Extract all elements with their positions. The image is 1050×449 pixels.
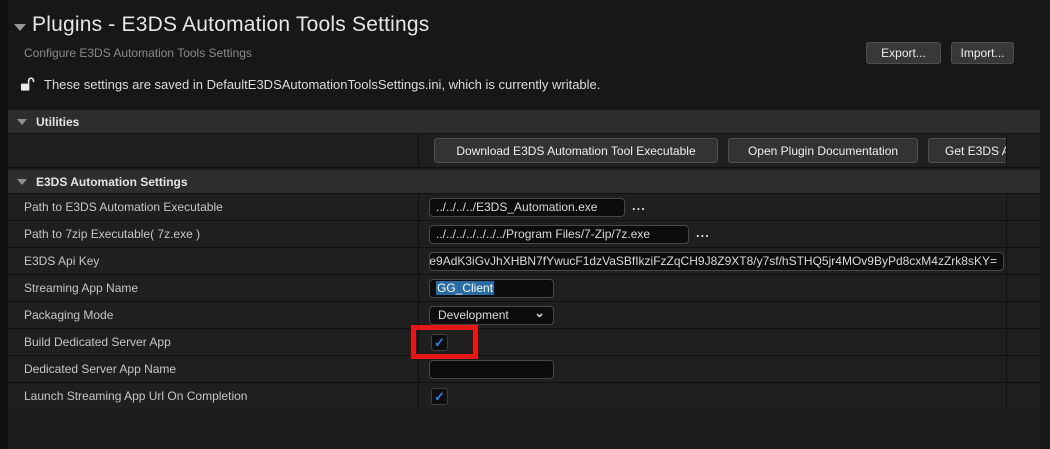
panel-left-edge xyxy=(0,0,8,449)
project-settings-window: Plugins - E3DS Automation Tools Settings… xyxy=(0,0,1050,449)
category-label: Utilities xyxy=(36,115,79,129)
streaming-app-name-input[interactable]: GG_Client xyxy=(429,279,554,298)
category-utilities[interactable]: Utilities xyxy=(8,110,1040,133)
open-plugin-documentation-button[interactable]: Open Plugin Documentation xyxy=(728,138,918,163)
get-e3ds-api-key-button[interactable]: Get E3DS A xyxy=(928,138,1006,163)
import-button[interactable]: Import... xyxy=(951,42,1014,64)
chevron-down-icon: ⌄ xyxy=(534,305,545,321)
category-expander-icon xyxy=(17,179,27,185)
setting-label: E3DS Api Key xyxy=(24,254,99,268)
setting-label: Packaging Mode xyxy=(24,308,113,322)
setting-label: Launch Streaming App Url On Completion xyxy=(24,389,247,403)
path-7zip-input[interactable]: ../../../../../../../Program Files/7-Zip… xyxy=(429,225,689,244)
utilities-buttons-row: Download E3DS Automation Tool Executable… xyxy=(8,134,1040,167)
browse-ellipsis-button[interactable]: ... xyxy=(696,225,710,240)
category-e3ds-automation-settings[interactable]: E3DS Automation Settings xyxy=(8,170,1040,193)
dedicated-server-name-input[interactable] xyxy=(429,360,554,379)
check-icon: ✓ xyxy=(434,336,445,349)
build-dedicated-server-checkbox[interactable]: ✓ xyxy=(431,334,448,351)
packaging-mode-dropdown[interactable]: Development ⌄ xyxy=(429,306,554,325)
category-expander-icon xyxy=(17,119,27,125)
setting-row-build-dedicated-server: Build Dedicated Server App ✓ xyxy=(8,329,1040,355)
config-file-notice: These settings are saved in DefaultE3DSA… xyxy=(20,77,600,92)
expander-arrow-icon[interactable] xyxy=(14,24,26,31)
setting-label: Streaming App Name xyxy=(24,281,138,295)
setting-row-path-exe: Path to E3DS Automation Executable ../..… xyxy=(8,194,1040,220)
api-key-input[interactable]: 321be9AdK3iGvJhXHBN7fYwucF1dzVaSBfIkziFz… xyxy=(429,252,1004,271)
browse-ellipsis-button[interactable]: ... xyxy=(632,198,646,213)
writable-notice-text: These settings are saved in DefaultE3DSA… xyxy=(44,77,600,92)
download-automation-tool-button[interactable]: Download E3DS Automation Tool Executable xyxy=(434,138,718,163)
setting-row-dedicated-server-name: Dedicated Server App Name xyxy=(8,356,1040,382)
setting-row-streaming-app-name: Streaming App Name GG_Client xyxy=(8,275,1040,301)
page-subtitle: Configure E3DS Automation Tools Settings xyxy=(24,46,252,60)
setting-label: Path to 7zip Executable( 7z.exe ) xyxy=(24,227,200,241)
setting-row-launch-url-on-completion: Launch Streaming App Url On Completion ✓ xyxy=(8,383,1040,409)
path-exe-input[interactable]: ../../../../E3DS_Automation.exe xyxy=(429,198,625,217)
setting-row-packaging-mode: Packaging Mode Development ⌄ xyxy=(8,302,1040,328)
settings-panel: Utilities Download E3DS Automation Tool … xyxy=(8,110,1040,449)
check-icon: ✓ xyxy=(434,390,445,403)
launch-url-checkbox[interactable]: ✓ xyxy=(431,388,448,405)
setting-label: Dedicated Server App Name xyxy=(24,362,176,376)
category-label: E3DS Automation Settings xyxy=(36,175,188,189)
selected-text: GG_Client xyxy=(436,281,494,295)
page-title: Plugins - E3DS Automation Tools Settings xyxy=(32,13,430,37)
setting-label: Path to E3DS Automation Executable xyxy=(24,200,223,214)
setting-label: Build Dedicated Server App xyxy=(24,335,171,349)
setting-row-api-key: E3DS Api Key 321be9AdK3iGvJhXHBN7fYwucF1… xyxy=(8,248,1040,274)
page-header: Plugins - E3DS Automation Tools Settings xyxy=(14,13,430,37)
unlock-icon xyxy=(20,77,35,92)
export-button[interactable]: Export... xyxy=(866,42,941,64)
setting-row-path-7zip: Path to 7zip Executable( 7z.exe ) ../../… xyxy=(8,221,1040,247)
